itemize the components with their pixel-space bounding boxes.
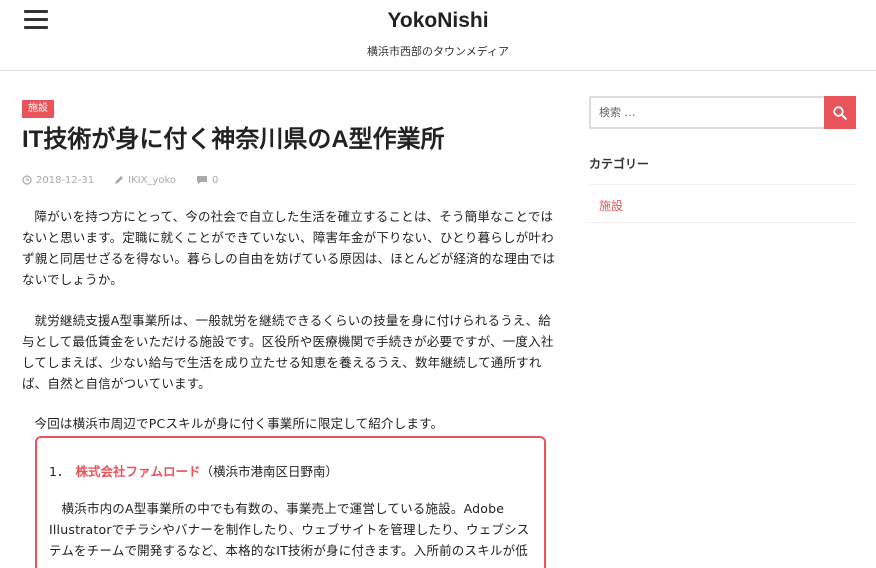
post-date[interactable]: 2018-12-31 [22, 175, 94, 186]
header-divider [0, 70, 876, 71]
facility-box: 1． 株式会社ファムロード（横浜市港南区日野南） 横浜市内のA型事業所の中でも有数… [35, 436, 546, 568]
comment-icon [197, 176, 208, 184]
search-button[interactable] [824, 96, 856, 129]
categories-title: カテゴリー [589, 155, 856, 185]
facility-description: 横浜市内のA型事業所の中でも有数の、事業売上で運営している施設。Adobe Il… [49, 501, 530, 558]
facility-location: （横浜市港南区日野南） [200, 464, 338, 479]
post-comments-count: 0 [212, 174, 219, 186]
post-comments[interactable]: 0 [196, 175, 218, 186]
search-input[interactable] [589, 96, 824, 129]
post-author-text: IKIX_yoko [128, 174, 177, 186]
post-paragraph: 障がいを持つ方にとって、今の社会で自立した生活を確立することは、そう簡単なことで… [22, 209, 556, 287]
article: 施設 IT技術が身に付く神奈川県のA型作業所 2018-12-31 IKIX_y… [22, 96, 562, 434]
facility-number: 1． [49, 464, 70, 479]
site-title[interactable]: YokoNishi [0, 9, 876, 33]
search-form [589, 96, 856, 129]
post-date-text: 2018-12-31 [36, 174, 95, 186]
post-paragraph: 今回は横浜市周辺でPCスキルが身に付く事業所に限定して紹介します。 [34, 416, 444, 431]
pencil-icon [115, 176, 124, 184]
search-icon [833, 105, 847, 120]
sidebar-category-item[interactable]: 施設 [589, 185, 856, 223]
sidebar: カテゴリー 施設 [589, 96, 856, 223]
post-paragraph: 就労継続支援A型事業所は、一般就労を継続できるくらいの技量を身に付けられるうえ、… [22, 313, 554, 391]
facility-heading: 1． 株式会社ファムロード（横浜市港南区日野南） [49, 462, 532, 482]
post-author[interactable]: IKIX_yoko [114, 175, 176, 186]
clock-icon [22, 175, 32, 185]
post-meta: 2018-12-31 IKIX_yoko 0 [22, 174, 562, 186]
site-description: 横浜市西部のタウンメディア [367, 45, 509, 58]
facility-link[interactable]: 株式会社ファムロード [75, 464, 200, 479]
category-badge[interactable]: 施設 [22, 100, 54, 118]
post-title: IT技術が身に付く神奈川県のA型作業所 [22, 126, 445, 153]
